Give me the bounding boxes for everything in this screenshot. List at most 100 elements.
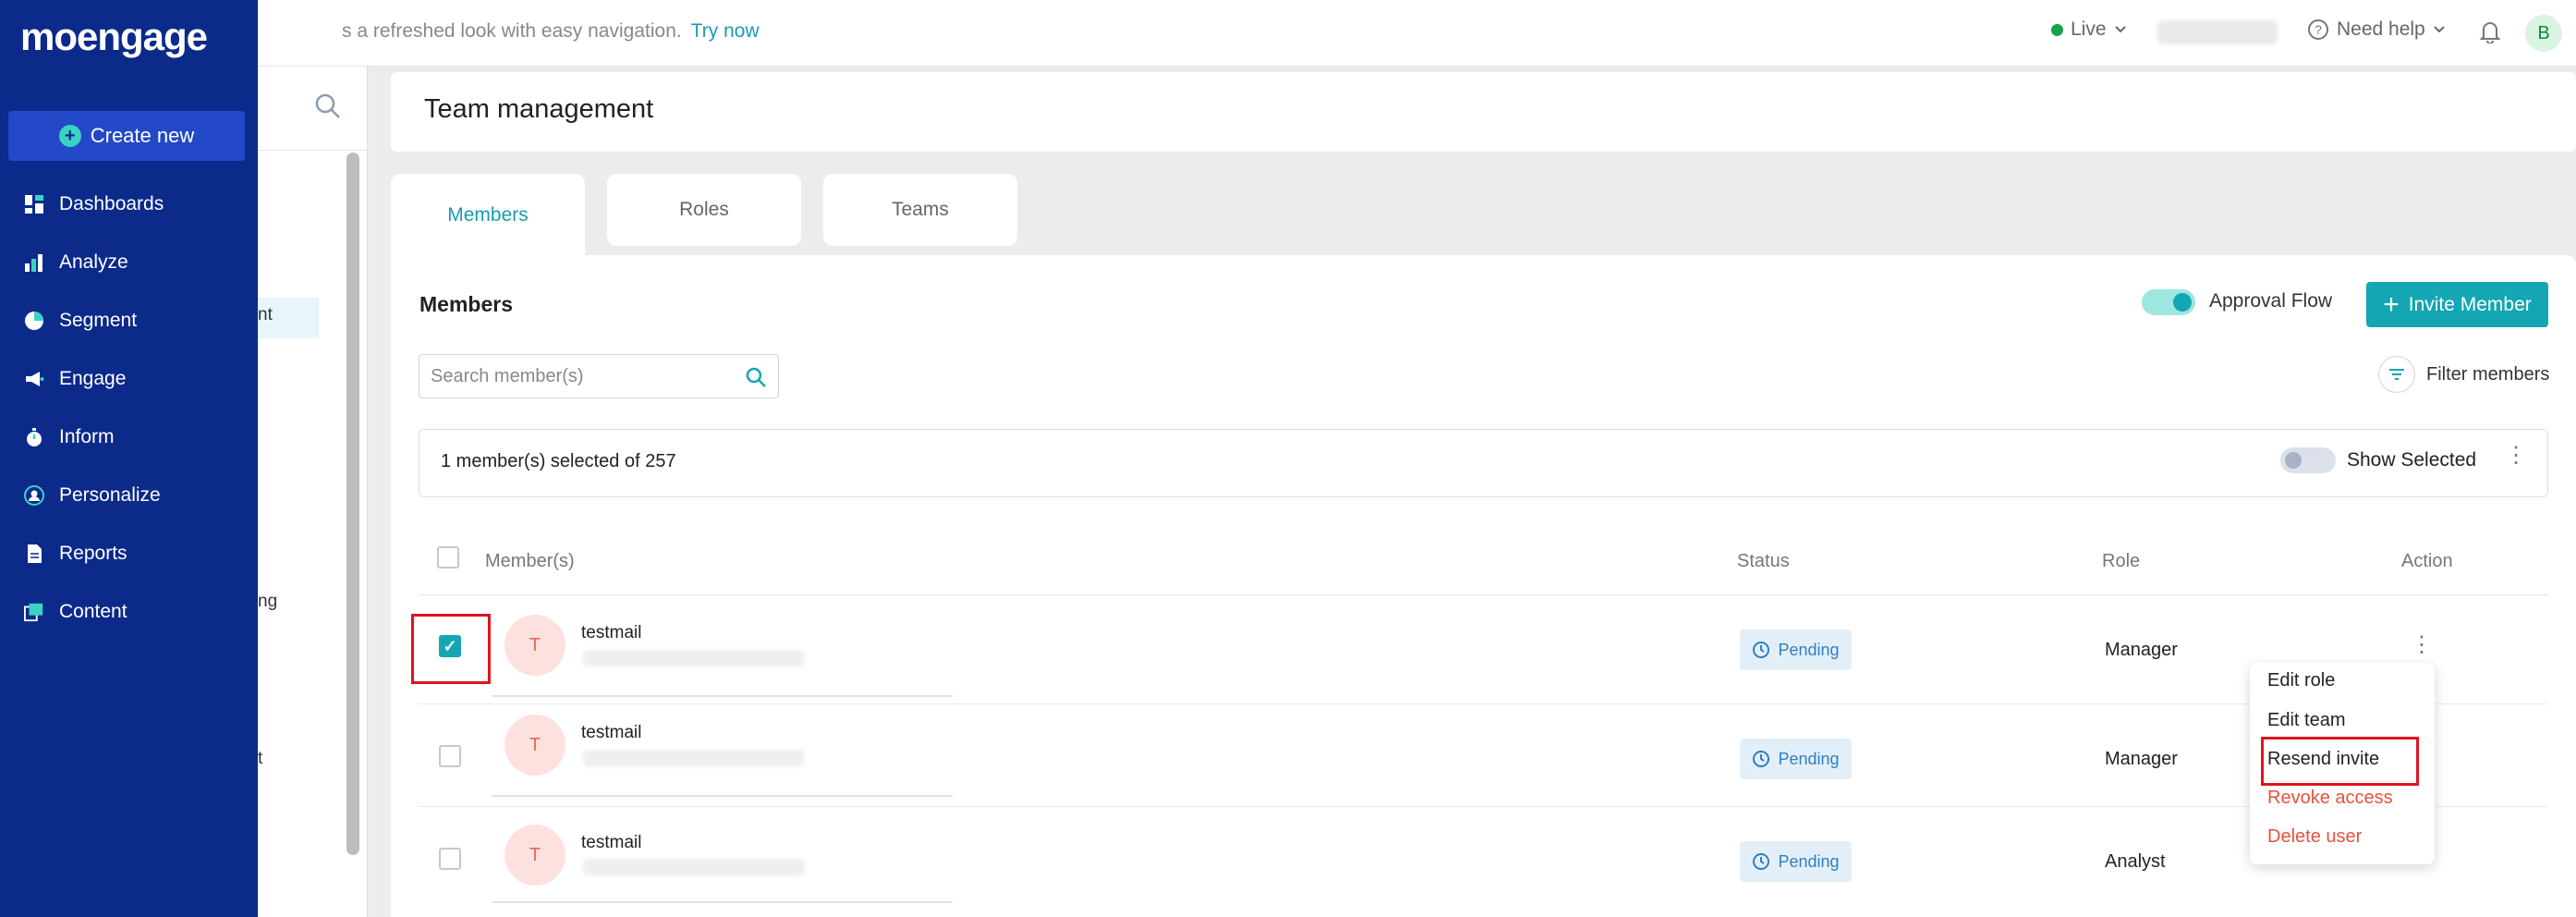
member-role: Manager xyxy=(2105,640,2178,660)
filter-icon xyxy=(2378,356,2415,393)
filter-members-label: Filter members xyxy=(2426,363,2550,385)
menu-item-resend-invite[interactable]: Resend invite xyxy=(2267,749,2379,770)
status-label: Pending xyxy=(1778,851,1840,871)
member-role: Analyst xyxy=(2105,851,2166,872)
moengage-logo: moengage xyxy=(20,15,208,58)
nav-item-analyze[interactable]: Analyze xyxy=(24,244,128,281)
search-input[interactable] xyxy=(431,362,726,390)
member-email-redacted xyxy=(583,750,805,766)
clock-icon xyxy=(1753,853,1770,870)
approval-flow-toggle[interactable] xyxy=(2142,289,2195,315)
user-avatar[interactable]: B xyxy=(2525,15,2562,52)
divider xyxy=(492,695,953,697)
member-name[interactable]: testmail xyxy=(581,833,641,853)
row-divider xyxy=(419,703,2548,704)
member-name[interactable]: testmail xyxy=(581,723,641,743)
nav-item-inform[interactable]: Inform xyxy=(24,419,115,456)
menu-item-edit-role[interactable]: Edit role xyxy=(2267,670,2335,691)
need-help-menu[interactable]: ? Need help xyxy=(2307,18,2446,41)
member-avatar: T xyxy=(504,715,565,776)
nav-label: Personalize xyxy=(59,484,161,506)
secondary-nav-item[interactable]: t xyxy=(258,749,262,769)
members-heading: Members xyxy=(419,292,513,316)
banner-text: s a refreshed look with easy navigation. xyxy=(342,20,682,42)
menu-item-edit-team[interactable]: Edit team xyxy=(2267,710,2345,731)
try-now-link[interactable]: Try now xyxy=(691,20,759,42)
nav-label: Segment xyxy=(59,310,138,331)
scrollbar[interactable] xyxy=(346,153,359,855)
nav-item-personalize[interactable]: Personalize xyxy=(24,477,161,514)
toggle-knob xyxy=(2285,452,2302,469)
selection-count: 1 member(s) selected of 257 xyxy=(441,451,676,471)
status-label: Pending xyxy=(1778,640,1840,659)
environment-label: Live xyxy=(2071,18,2107,40)
status-label: Pending xyxy=(1778,749,1840,768)
more-options-icon[interactable]: ⋮ xyxy=(2505,445,2527,467)
column-header-members: Member(s) xyxy=(485,551,575,571)
tab-teams[interactable]: Teams xyxy=(823,174,1017,246)
create-new-label: Create new xyxy=(90,124,195,147)
member-avatar: T xyxy=(504,615,565,676)
menu-item-delete-user[interactable]: Delete user xyxy=(2267,826,2362,848)
toggle-knob xyxy=(2173,293,2192,312)
member-role: Manager xyxy=(2105,749,2178,769)
secondary-nav-item[interactable]: ng xyxy=(258,592,277,612)
status-badge: Pending xyxy=(1740,841,1852,882)
nav-item-content[interactable]: Content xyxy=(24,593,128,630)
document-icon xyxy=(24,544,44,564)
row-checkbox[interactable] xyxy=(439,745,461,767)
nav-item-reports[interactable]: Reports xyxy=(24,535,128,572)
tab-roles[interactable]: Roles xyxy=(607,174,801,246)
search-icon[interactable] xyxy=(745,366,767,388)
filter-members-button[interactable]: Filter members xyxy=(2378,356,2549,393)
person-icon xyxy=(24,485,44,506)
row-actions-icon[interactable]: ⋮ xyxy=(2411,634,2433,656)
secondary-search-button[interactable] xyxy=(314,92,342,125)
nav-item-segment[interactable]: Segment xyxy=(24,302,137,339)
nav-label: Reports xyxy=(59,543,128,564)
nav-item-dashboards[interactable]: Dashboards xyxy=(24,186,164,223)
nav-label: Dashboards xyxy=(59,193,164,214)
chevron-down-icon xyxy=(2434,26,2445,33)
row-checkbox[interactable]: ✓ xyxy=(439,635,461,657)
show-selected-label: Show Selected xyxy=(2347,449,2477,471)
plus-icon: + xyxy=(58,125,81,147)
member-email-redacted xyxy=(583,859,805,875)
bar-chart-icon xyxy=(24,252,44,273)
tab-members[interactable]: Members xyxy=(391,174,585,257)
table-header xyxy=(419,531,2548,595)
page-header xyxy=(391,72,2576,152)
search-icon xyxy=(315,93,340,118)
column-header-status[interactable]: Status xyxy=(1737,551,1790,572)
select-all-checkbox[interactable] xyxy=(437,546,459,569)
new-look-banner: s a refreshed look with easy navigation.… xyxy=(342,20,759,43)
member-search xyxy=(419,354,779,398)
top-bar: s a refreshed look with easy navigation.… xyxy=(0,0,2576,67)
environment-selector[interactable]: Live xyxy=(2051,18,2127,41)
column-header-action: Action xyxy=(2401,551,2453,571)
chevron-down-icon xyxy=(2114,26,2126,33)
clock-icon xyxy=(1753,751,1770,767)
pie-chart-icon xyxy=(24,311,44,331)
selection-bar xyxy=(419,429,2548,497)
row-checkbox[interactable] xyxy=(439,848,461,870)
account-selector[interactable] xyxy=(2157,20,2278,44)
member-name[interactable]: testmail xyxy=(581,623,641,643)
member-avatar: T xyxy=(504,825,565,886)
create-new-button[interactable]: + Create new xyxy=(8,111,245,161)
show-selected-toggle[interactable] xyxy=(2280,447,2336,473)
clock-icon xyxy=(1753,642,1770,658)
notifications-button[interactable] xyxy=(2479,19,2501,43)
nav-item-engage[interactable]: Engage xyxy=(24,361,126,397)
column-header-role[interactable]: Role xyxy=(2102,551,2140,572)
live-status-dot xyxy=(2051,23,2063,36)
invite-member-button[interactable]: + Invite Member xyxy=(2366,282,2548,327)
secondary-nav-item[interactable]: nt xyxy=(258,305,273,325)
stack-icon xyxy=(24,602,44,622)
status-badge: Pending xyxy=(1740,630,1852,670)
row-divider xyxy=(419,806,2548,807)
megaphone-icon xyxy=(24,369,44,389)
menu-item-revoke-access[interactable]: Revoke access xyxy=(2267,788,2393,809)
left-navigation: moengage + Create new Dashboards Analyze… xyxy=(0,0,258,917)
dashboard-icon xyxy=(24,194,44,214)
